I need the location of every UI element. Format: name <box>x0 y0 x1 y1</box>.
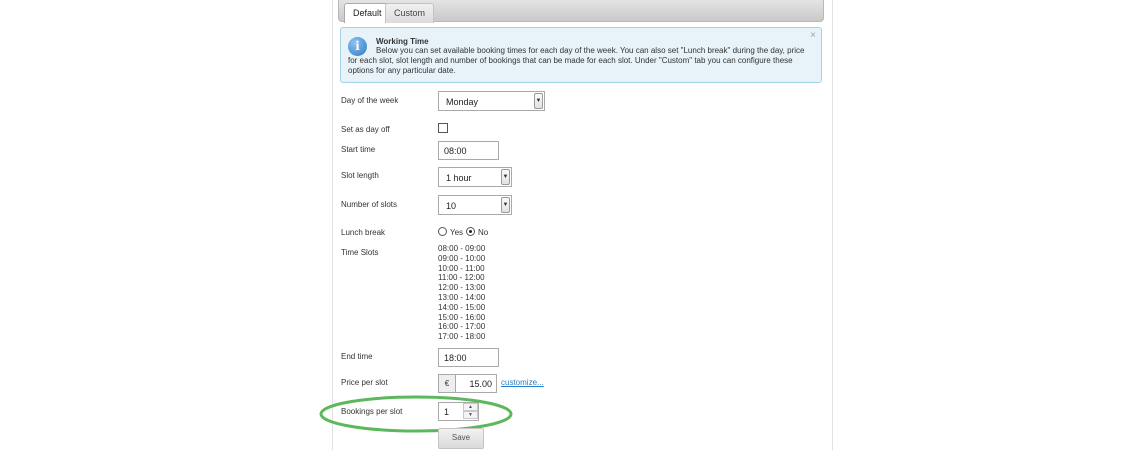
chevron-down-icon: ▼ <box>501 169 510 185</box>
day-off-label: Set as day off <box>341 125 390 134</box>
working-time-page: Default Custom i × Working Time Below yo… <box>0 0 1140 450</box>
tab-default[interactable]: Default <box>344 3 391 23</box>
customize-link[interactable]: customize... <box>501 378 544 387</box>
chevron-down-icon: ▼ <box>501 197 510 213</box>
lunch-break-label: Lunch break <box>341 228 386 237</box>
slot-length-value: 1 hour <box>446 173 472 183</box>
panel-left-border <box>332 0 333 450</box>
start-time-label: Start time <box>341 145 376 154</box>
info-title: Working Time <box>376 37 429 46</box>
chevron-down-icon: ▼ <box>534 93 543 109</box>
time-slot: 11:00 - 12:00 <box>438 273 485 283</box>
lunch-break-no-radio[interactable] <box>466 227 475 236</box>
start-time-input[interactable]: 08:00 <box>438 141 499 160</box>
info-text: Below you can set available booking time… <box>348 46 805 75</box>
info-box: i × Working Time Below you can set avail… <box>340 27 822 83</box>
day-of-week-value: Monday <box>446 97 479 107</box>
day-of-week-label: Day of the week <box>341 96 399 105</box>
highlight-ellipse <box>319 395 513 433</box>
end-time-input[interactable]: 18:00 <box>438 348 499 367</box>
time-slot: 08:00 - 09:00 <box>438 244 486 253</box>
time-slots-label: Time Slots <box>341 248 379 257</box>
price-input[interactable]: 15.00 <box>455 374 497 393</box>
slot-length-select[interactable]: 1 hour ▼ <box>438 167 512 187</box>
save-button[interactable]: Save <box>438 428 484 449</box>
number-of-slots-label: Number of slots <box>341 200 398 209</box>
time-slot: 17:00 - 18:00 <box>438 332 486 342</box>
time-slot: 09:00 - 10:00 <box>438 253 486 263</box>
day-off-checkbox[interactable] <box>438 123 448 133</box>
time-slots-list: 08:00 - 09:00 09:00 - 10:00 10:00 - 11:0… <box>438 244 485 342</box>
number-of-slots-select[interactable]: 10 ▼ <box>438 195 512 215</box>
time-slot: 12:00 - 13:00 <box>438 283 486 293</box>
panel-right-border <box>832 0 833 450</box>
currency-addon: € <box>438 374 456 393</box>
tab-custom[interactable]: Custom <box>385 3 435 23</box>
price-per-slot-label: Price per slot <box>341 378 388 387</box>
tab-bar: Default Custom <box>338 0 824 23</box>
time-slot: 15:00 - 16:00 <box>438 312 486 322</box>
close-icon[interactable]: × <box>810 30 816 41</box>
time-slot: 13:00 - 14:00 <box>438 292 486 302</box>
day-of-week-select[interactable]: Monday ▼ <box>438 91 545 111</box>
time-slot: 16:00 - 17:00 <box>438 322 486 332</box>
slot-length-label: Slot length <box>341 171 379 180</box>
lunch-break-yes-radio[interactable] <box>438 227 447 236</box>
end-time-label: End time <box>341 352 373 361</box>
number-of-slots-value: 10 <box>446 201 457 211</box>
lunch-break-no-label: No <box>478 228 489 237</box>
time-slot: 10:00 - 11:00 <box>438 263 485 273</box>
lunch-break-yes-label: Yes <box>450 228 464 237</box>
time-slot: 14:00 - 15:00 <box>438 302 486 312</box>
